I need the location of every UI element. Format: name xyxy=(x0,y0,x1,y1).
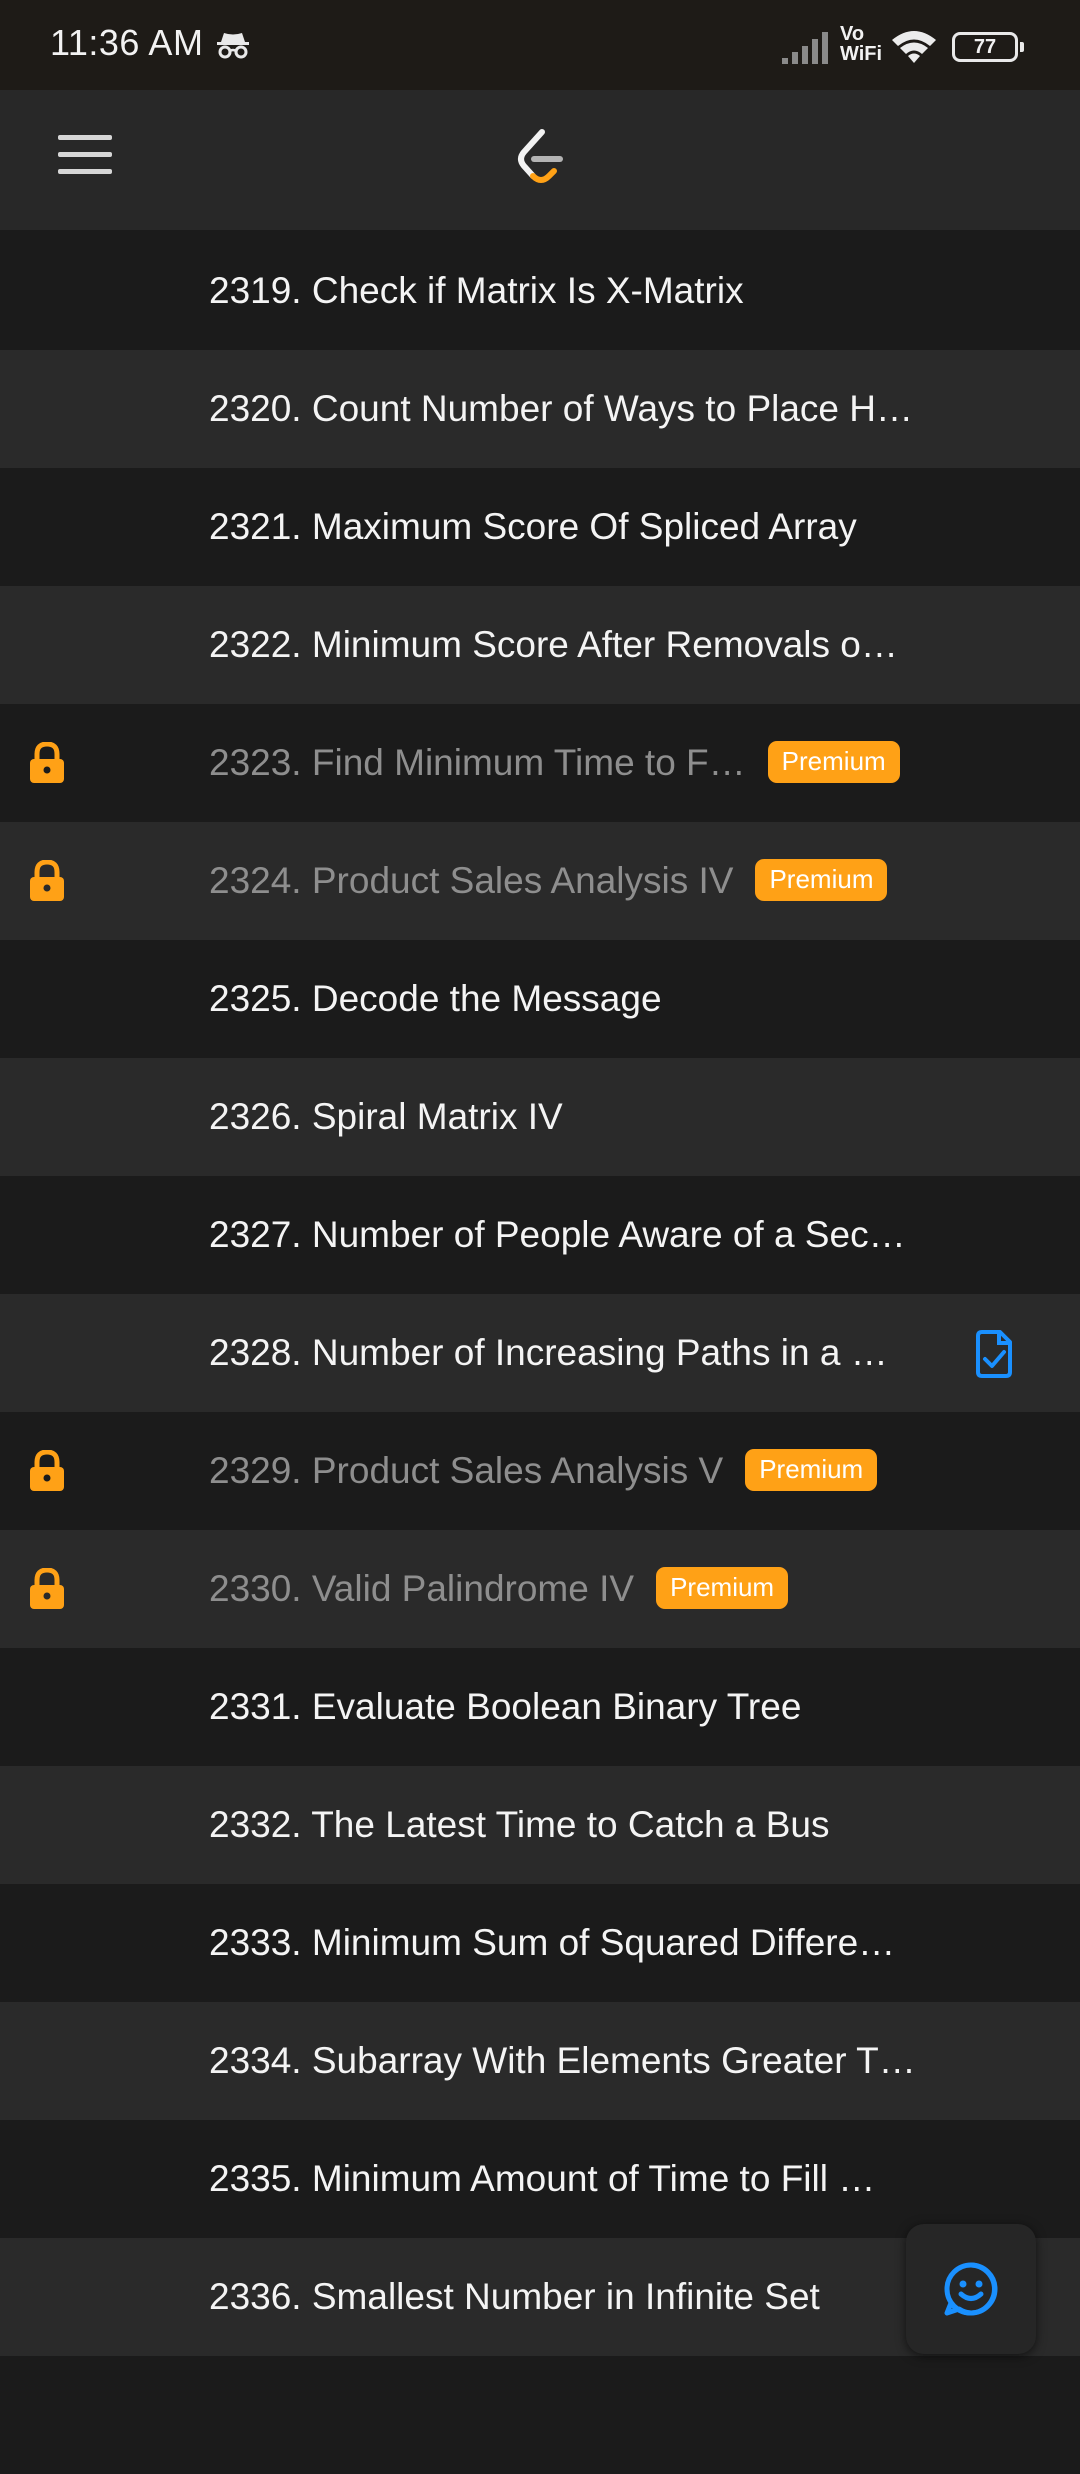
problem-row[interactable]: 2319. Check if Matrix Is X-Matrix xyxy=(0,232,1080,350)
problem-row[interactable]: 2324. Product Sales Analysis IV Premium xyxy=(0,822,1080,940)
problem-title: 2332. The Latest Time to Catch a Bus xyxy=(209,1804,830,1845)
problem-row[interactable]: 2328. Number of Increasing Paths in a … xyxy=(0,1294,1080,1412)
premium-badge: Premium xyxy=(755,859,888,902)
wifi-icon xyxy=(892,31,936,63)
lock-icon xyxy=(30,1568,64,1609)
problem-title-wrap: 2329. Product Sales Analysis V Premium xyxy=(209,1412,878,1530)
vowifi-label-top: Vo xyxy=(840,23,865,45)
problem-title-wrap: 2330. Valid Palindrome IV Premium xyxy=(209,1530,789,1648)
premium-badge: Premium xyxy=(656,1567,789,1610)
problem-row[interactable]: 2323. Find Minimum Time to F… Premium xyxy=(0,704,1080,822)
leetcode-logo-icon[interactable] xyxy=(516,128,566,190)
problem-title: 2333. Minimum Sum of Squared Differe… xyxy=(209,1922,896,1963)
feedback-smiley-icon xyxy=(944,2262,998,2316)
problem-row[interactable]: 2321. Maximum Score Of Spliced Array xyxy=(0,468,1080,586)
problem-row[interactable]: 2331. Evaluate Boolean Binary Tree xyxy=(0,1648,1080,1766)
problem-row-partial[interactable] xyxy=(0,2356,1080,2474)
lock-icon xyxy=(30,742,64,783)
lock-icon xyxy=(30,860,64,901)
premium-badge: Premium xyxy=(745,1449,878,1492)
problem-row[interactable]: 2322. Minimum Score After Removals o… xyxy=(0,586,1080,704)
problem-title: 2329. Product Sales Analysis V xyxy=(209,1450,724,1491)
problem-title: 2324. Product Sales Analysis IV xyxy=(209,860,734,901)
problem-title: 2322. Minimum Score After Removals o… xyxy=(209,624,898,665)
problem-title-wrap: 2324. Product Sales Analysis IV Premium xyxy=(209,822,888,940)
status-bar: 11:36 AM Vo WiFi 77 xyxy=(0,0,1080,90)
problem-row[interactable]: 2327. Number of People Aware of a Sec… xyxy=(0,1176,1080,1294)
status-time: 11:36 AM xyxy=(50,22,204,63)
problem-row[interactable]: 2335. Minimum Amount of Time to Fill … xyxy=(0,2120,1080,2238)
problem-title: 2320. Count Number of Ways to Place H… xyxy=(209,388,913,429)
problem-title: 2326. Spiral Matrix IV xyxy=(209,1096,563,1137)
lock-icon xyxy=(30,1450,64,1491)
problem-title: 2330. Valid Palindrome IV xyxy=(209,1568,635,1609)
problem-title: 2325. Decode the Message xyxy=(209,978,662,1019)
problem-title: 2331. Evaluate Boolean Binary Tree xyxy=(209,1686,802,1727)
problem-title: 2336. Smallest Number in Infinite Set xyxy=(209,2276,820,2317)
battery-level: 77 xyxy=(973,36,997,58)
problem-title: 2328. Number of Increasing Paths in a … xyxy=(209,1332,888,1373)
problem-row[interactable]: 2334. Subarray With Elements Greater T… xyxy=(0,2002,1080,2120)
app-header xyxy=(0,90,1080,230)
problem-title: 2335. Minimum Amount of Time to Fill … xyxy=(209,2158,876,2199)
vowifi-label-bottom: WiFi xyxy=(840,43,883,65)
problem-title: 2327. Number of People Aware of a Sec… xyxy=(209,1214,906,1255)
problem-row[interactable]: 2320. Count Number of Ways to Place H… xyxy=(0,350,1080,468)
vowifi-indicator: Vo WiFi xyxy=(840,24,882,64)
problem-row[interactable]: 2330. Valid Palindrome IV Premium xyxy=(0,1530,1080,1648)
premium-badge: Premium xyxy=(767,741,900,784)
incognito-icon xyxy=(217,33,249,59)
problem-list: 2319. Check if Matrix Is X-Matrix 2320. … xyxy=(0,232,1080,2474)
solved-document-check-icon xyxy=(976,1330,1012,1378)
feedback-button[interactable] xyxy=(906,2224,1036,2354)
problem-row[interactable]: 2329. Product Sales Analysis V Premium xyxy=(0,1412,1080,1530)
problem-title: 2319. Check if Matrix Is X-Matrix xyxy=(209,270,744,311)
problem-row[interactable]: 2332. The Latest Time to Catch a Bus xyxy=(0,1766,1080,1884)
hamburger-menu-icon[interactable] xyxy=(58,135,112,185)
problem-title: 2323. Find Minimum Time to F… xyxy=(209,742,746,783)
problem-row[interactable]: 2325. Decode the Message xyxy=(0,940,1080,1058)
problem-title-wrap: 2323. Find Minimum Time to F… Premium xyxy=(209,704,900,822)
problem-title: 2334. Subarray With Elements Greater T… xyxy=(209,2040,916,2081)
problem-row[interactable]: 2326. Spiral Matrix IV xyxy=(0,1058,1080,1176)
battery-icon: 77 xyxy=(952,32,1024,62)
problem-title: 2321. Maximum Score Of Spliced Array xyxy=(209,506,857,547)
signal-strength-icon xyxy=(782,32,828,64)
problem-row[interactable]: 2333. Minimum Sum of Squared Differe… xyxy=(0,1884,1080,2002)
